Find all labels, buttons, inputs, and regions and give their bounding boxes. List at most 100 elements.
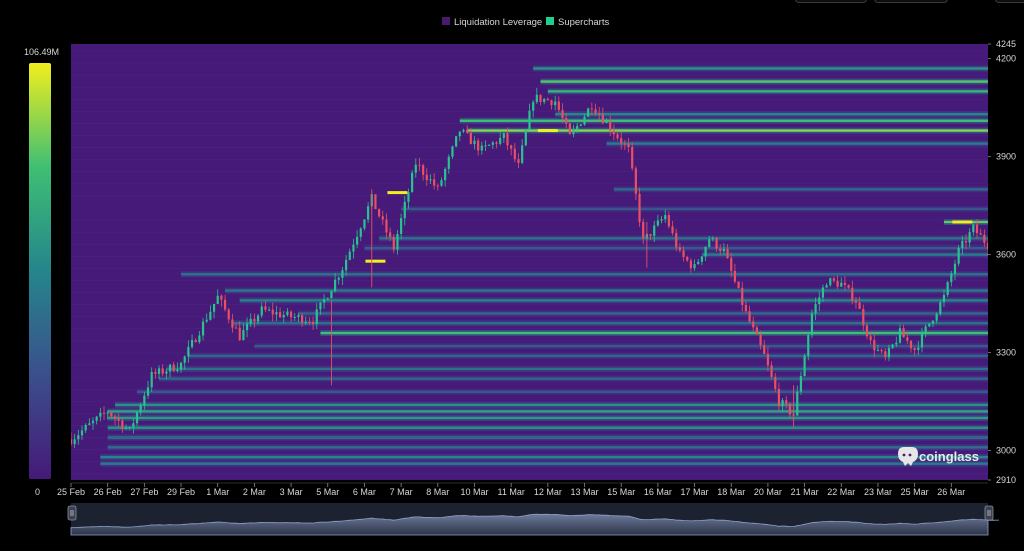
candle-down xyxy=(601,114,604,123)
candle-up xyxy=(656,220,659,226)
candle-up xyxy=(796,391,799,416)
candle-up xyxy=(455,136,458,147)
candle-down xyxy=(113,416,117,419)
x-tick-label: 5 Mar xyxy=(316,487,339,497)
liquidation-band xyxy=(107,410,988,413)
candle-up xyxy=(242,330,245,341)
candle-down xyxy=(513,148,516,160)
heat-texture-line xyxy=(71,292,988,293)
candle-up xyxy=(524,130,527,146)
heat-texture-line xyxy=(71,147,988,148)
candle-down xyxy=(649,234,652,236)
candle-down xyxy=(238,327,241,341)
candle-down xyxy=(234,327,238,329)
candle-up xyxy=(924,326,927,333)
candle-down xyxy=(851,287,854,301)
candle-down xyxy=(865,325,869,337)
candle-up xyxy=(502,133,505,138)
liquidation-band xyxy=(181,273,988,276)
heat-texture-line xyxy=(71,255,988,257)
candle-up xyxy=(411,172,414,193)
liquidation-band xyxy=(166,367,988,371)
liquidation-band xyxy=(232,322,988,325)
candle-down xyxy=(631,147,634,169)
candle-up xyxy=(128,427,131,429)
candle-up xyxy=(124,427,128,429)
colorbar-max-label: 106.49M xyxy=(24,47,59,57)
heat-texture-line xyxy=(71,86,988,88)
candle-up xyxy=(168,364,172,372)
candle-up xyxy=(165,371,168,374)
navigator-handle-right[interactable] xyxy=(984,505,994,521)
candle-up xyxy=(176,369,179,372)
candle-up xyxy=(821,287,825,298)
candle-down xyxy=(854,300,858,303)
candle-up xyxy=(95,416,98,421)
x-tick-label: 23 Mar xyxy=(864,487,892,497)
candle-down xyxy=(612,130,615,135)
candle-down xyxy=(161,368,164,374)
candle-down xyxy=(675,233,678,248)
heat-texture-line xyxy=(71,413,988,414)
liquidation-band xyxy=(701,253,988,256)
time-navigator[interactable] xyxy=(67,503,1000,536)
y-tick-label: 4245 xyxy=(996,39,1016,49)
candle-up xyxy=(528,110,531,131)
candle-down xyxy=(231,319,234,328)
legend-item-liquidation-leverage[interactable]: Liquidation Leverage xyxy=(442,17,542,28)
candle-up xyxy=(942,294,946,303)
candle-up xyxy=(447,156,450,169)
candle-down xyxy=(223,299,227,310)
candle-up xyxy=(84,424,87,431)
candle-down xyxy=(755,327,759,335)
candle-up xyxy=(179,362,183,370)
candle-down xyxy=(785,400,788,404)
candle-down xyxy=(766,354,770,366)
candle-down xyxy=(557,101,560,111)
candle-up xyxy=(950,273,953,283)
candle-up xyxy=(187,346,190,357)
candle-down xyxy=(858,302,861,309)
legend-item-supercharts[interactable]: Supercharts xyxy=(546,17,609,28)
heat-texture-line xyxy=(71,50,988,52)
liquidation-band xyxy=(555,113,988,116)
heat-texture-line xyxy=(71,340,988,342)
candle-down xyxy=(378,209,381,217)
x-tick-label: 21 Mar xyxy=(791,487,819,497)
heat-texture-line xyxy=(71,376,988,378)
heat-texture-line xyxy=(71,352,988,354)
candle-down xyxy=(121,420,124,429)
y-axis: 4245 4200 3900 3600 3300 3000 2910 xyxy=(988,39,1016,485)
liquidation-band xyxy=(107,446,988,449)
candle-down xyxy=(546,98,549,101)
candle-down xyxy=(671,226,674,234)
liquidation-band xyxy=(225,289,988,292)
y-tick-label: 3000 xyxy=(996,446,1016,456)
candle-up xyxy=(928,323,931,327)
candle-down xyxy=(381,216,384,220)
x-tick-label: 1 Mar xyxy=(206,487,229,497)
candle-up xyxy=(143,395,146,406)
candle-down xyxy=(715,238,718,249)
navigator-handle-left[interactable] xyxy=(67,505,77,521)
candle-down xyxy=(289,311,293,318)
candle-up xyxy=(887,347,891,358)
candle-up xyxy=(352,244,355,252)
candle-up xyxy=(480,145,483,151)
candle-down xyxy=(726,248,729,259)
x-tick-label: 8 Mar xyxy=(426,487,449,497)
heat-texture-line xyxy=(71,280,988,281)
candle-up xyxy=(543,98,546,102)
candle-down xyxy=(374,194,377,210)
candle-down xyxy=(678,247,681,251)
candle-up xyxy=(451,146,454,157)
candle-down xyxy=(873,340,876,351)
candle-down xyxy=(539,94,542,102)
candle-up xyxy=(972,224,975,233)
candle-up xyxy=(297,315,300,318)
candle-down xyxy=(506,133,509,146)
candle-down xyxy=(550,100,553,106)
candle-up xyxy=(260,306,263,316)
candle-down xyxy=(770,365,773,377)
heat-texture-line xyxy=(71,98,988,100)
